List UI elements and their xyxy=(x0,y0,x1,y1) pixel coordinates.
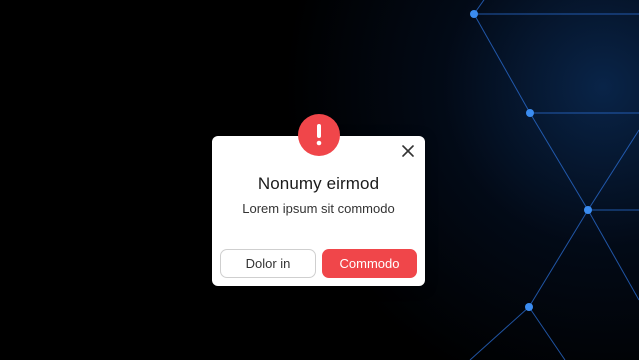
dolor-in-button[interactable]: Dolor in xyxy=(220,249,316,278)
screen: Nonumy eirmod Lorem ipsum sit commodo Do… xyxy=(0,0,639,360)
dialog-title: Nonumy eirmod xyxy=(257,174,380,193)
network-node xyxy=(526,109,534,117)
close-icon[interactable] xyxy=(399,142,417,160)
network-node xyxy=(584,206,592,214)
alert-badge xyxy=(298,114,340,156)
network-node xyxy=(470,10,478,18)
dialog-message: Lorem ipsum sit commodo xyxy=(242,201,395,216)
alert-dialog: Nonumy eirmod Lorem ipsum sit commodo Do… xyxy=(212,136,425,286)
commodo-button[interactable]: Commodo xyxy=(322,249,417,278)
exclamation-icon xyxy=(316,124,322,146)
network-node xyxy=(525,303,533,311)
